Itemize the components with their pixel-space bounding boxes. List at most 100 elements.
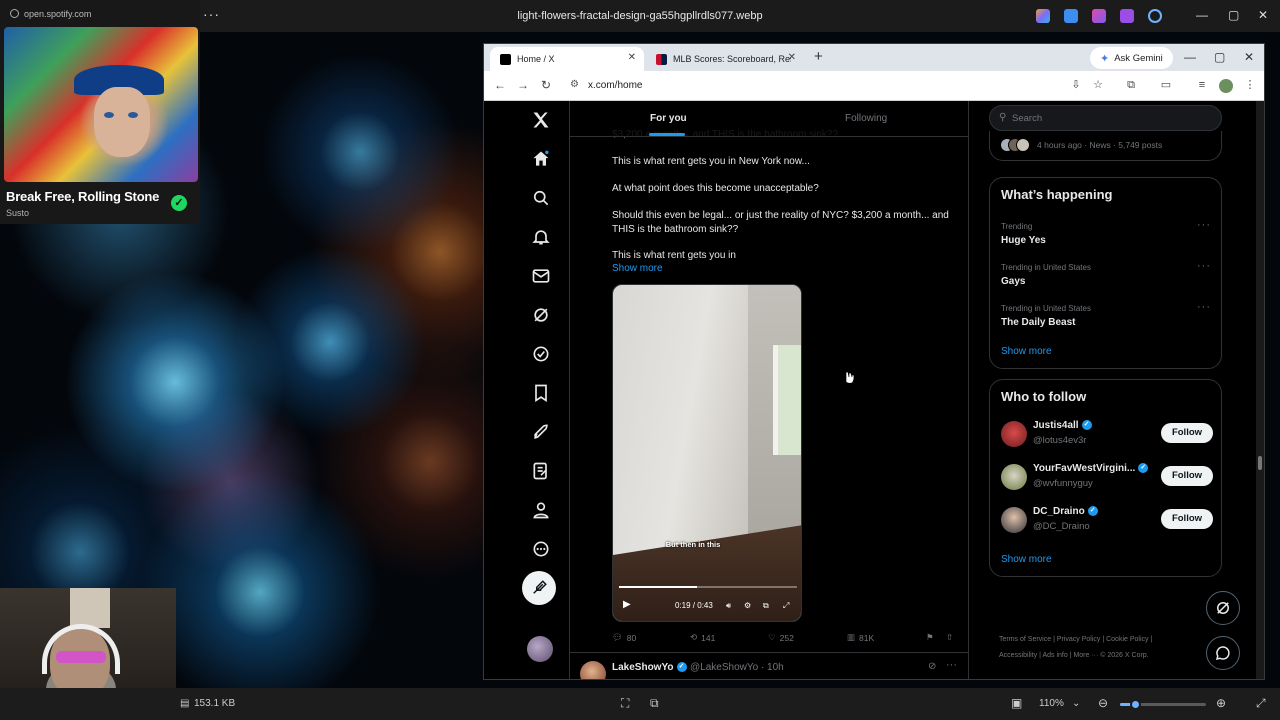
grok-icon[interactable]: ⊘	[928, 661, 936, 672]
search-input[interactable]: ⚲ Search	[989, 105, 1222, 131]
home-icon[interactable]	[529, 149, 553, 173]
split-view-icon[interactable]: ▭	[1160, 79, 1172, 91]
follow-suggestion[interactable]: YourFavWestVirgini... ✓ @wvfunnyguy Follo…	[1001, 460, 1213, 494]
minimize-icon[interactable]: —	[1184, 50, 1196, 64]
maximize-icon[interactable]: ▢	[1214, 50, 1225, 64]
bookmarks-icon[interactable]	[529, 383, 553, 407]
zoom-in-icon[interactable]: ⊕	[1216, 696, 1226, 710]
close-tab-icon[interactable]: ✕	[628, 52, 636, 63]
reply-button[interactable]: 💬︎ 80	[612, 632, 636, 643]
site-settings-icon[interactable]: ⚙	[570, 79, 579, 90]
bookmark-star-icon[interactable]: ☆	[1092, 79, 1104, 91]
settings-gear-icon[interactable]: ⚙	[744, 601, 751, 610]
close-icon[interactable]: ✕	[1258, 8, 1268, 22]
copilot-icon[interactable]	[1036, 9, 1050, 23]
picture-in-picture-icon[interactable]: ⧉	[763, 601, 769, 611]
follow-button[interactable]: Follow	[1161, 423, 1213, 443]
compose-post-button[interactable]	[522, 571, 556, 605]
expand-icon[interactable]: ⤢	[1256, 696, 1266, 711]
trend-more-icon[interactable]: ···	[1197, 301, 1211, 313]
profile-avatar[interactable]	[1219, 79, 1233, 93]
show-more-link[interactable]: Show more	[612, 263, 663, 274]
zoom-out-icon[interactable]: ⊖	[1098, 696, 1108, 710]
footer-line[interactable]: Accessibility | Ads info | More ··· © 20…	[999, 648, 1224, 664]
crop-icon[interactable]: ⛶	[621, 696, 629, 711]
trend-more-icon[interactable]: ···	[1197, 260, 1211, 272]
bookmark-icon[interactable]: ⚑	[926, 632, 934, 643]
views-button[interactable]: ▥ 81K	[847, 632, 874, 643]
install-app-icon[interactable]: ⇩	[1070, 79, 1082, 91]
track-title[interactable]: Break Free, Rolling Stone	[6, 189, 159, 204]
zoom-slider[interactable]	[1120, 699, 1206, 710]
scrollbar-thumb[interactable]	[1258, 456, 1262, 470]
next-post[interactable]: LakeShowYo ✓ @LakeShowYo · 10h ⊘ ···	[570, 652, 968, 679]
play-icon[interactable]: ▶	[623, 599, 631, 610]
artist-name[interactable]: Susto	[6, 208, 29, 218]
follow-button[interactable]: Follow	[1161, 466, 1213, 486]
designer-icon[interactable]	[1092, 9, 1106, 23]
show-more-link[interactable]: Show more	[1001, 346, 1052, 357]
close-tab-icon[interactable]: ✕	[788, 52, 796, 63]
cloud-off-icon[interactable]	[1148, 9, 1162, 23]
zoom-level[interactable]: 110%	[1039, 698, 1064, 709]
video-progress-bar[interactable]	[619, 586, 797, 588]
trend-item[interactable]: Trending in United States The Daily Beas…	[1001, 301, 1211, 340]
tab-following[interactable]: Following	[845, 113, 887, 124]
tab-mlb-scores[interactable]: MLB Scores: Scoreboard, Result ✕	[646, 47, 804, 71]
profile-icon[interactable]	[529, 500, 553, 524]
volume-icon[interactable]: 🔊︎	[726, 601, 731, 611]
verified-orgs-icon[interactable]	[529, 344, 553, 368]
fullscreen-icon[interactable]: ⤢	[783, 601, 789, 611]
trend-item[interactable]: Trending in United States Gays ···	[1001, 260, 1211, 299]
grok-float-button[interactable]	[1206, 591, 1240, 625]
back-arrow-icon[interactable]: ←	[494, 78, 506, 92]
close-icon[interactable]: ✕	[1244, 50, 1254, 64]
footer-line[interactable]: Terms of Service | Privacy Policy | Cook…	[999, 632, 1224, 648]
ask-gemini-button[interactable]: ✦ Ask Gemini	[1090, 47, 1173, 69]
news-trend-card[interactable]: 4 hours ago · News · 5,749 posts	[989, 131, 1222, 161]
tab-home-x[interactable]: Home / X ✕	[490, 47, 644, 71]
filmstrip-icon[interactable]: ⧉	[650, 696, 659, 711]
zoom-slider-thumb[interactable]	[1130, 699, 1142, 710]
premium-icon[interactable]	[529, 461, 553, 485]
follow-suggestion[interactable]: DC_Draino ✓ @DC_Draino Follow	[1001, 503, 1213, 537]
footer-links[interactable]: Terms of Service | Privacy Policy | Cook…	[999, 632, 1224, 664]
minimize-icon[interactable]: —	[1196, 8, 1208, 22]
jobs-rocket-icon[interactable]	[529, 422, 553, 446]
reload-icon[interactable]: ↻	[541, 78, 551, 92]
trend-more-icon[interactable]: ···	[1197, 219, 1211, 231]
follow-suggestion[interactable]: Justis4all ✓ @lotus4ev3r Follow	[1001, 417, 1213, 451]
notifications-bell-icon[interactable]	[529, 227, 553, 251]
avatar[interactable]	[580, 661, 606, 679]
grok-icon[interactable]	[529, 305, 553, 329]
page-scrollbar[interactable]	[1256, 101, 1264, 679]
spotify-miniplayer[interactable]: open.spotify.com Break Free, Rolling Sto…	[0, 0, 200, 224]
repost-button[interactable]: ⟲ 141	[690, 632, 715, 643]
avatar[interactable]	[1001, 464, 1027, 490]
more-options-icon[interactable]: ···	[203, 6, 220, 22]
video-player[interactable]: But then in this ▶ 0:19 / 0:43 🔊︎ ⚙ ⧉ ⤢	[612, 284, 802, 622]
post-more-icon[interactable]: ···	[946, 659, 957, 671]
avatar[interactable]	[1001, 507, 1027, 533]
like-button[interactable]: ♡ 252	[768, 632, 794, 643]
edit-icon[interactable]	[1064, 9, 1078, 23]
clipchamp-icon[interactable]	[1120, 9, 1134, 23]
avatar[interactable]	[1001, 421, 1027, 447]
messages-float-button[interactable]	[1206, 636, 1240, 670]
x-logo-icon[interactable]	[529, 110, 553, 134]
url-text[interactable]: x.com/home	[588, 80, 642, 91]
follow-button[interactable]: Follow	[1161, 509, 1213, 529]
chevron-down-icon[interactable]: ⌄	[1072, 698, 1080, 709]
account-name[interactable]: DC_Draino ✓	[1033, 506, 1098, 517]
tab-for-you[interactable]: For you	[650, 113, 687, 124]
maximize-icon[interactable]: ▢	[1228, 8, 1239, 22]
forward-arrow-icon[interactable]: →	[517, 78, 529, 92]
share-icon[interactable]: ⇧	[946, 632, 953, 643]
menu-dots-icon[interactable]: ⋮	[1244, 79, 1256, 91]
account-name[interactable]: Justis4all ✓	[1033, 420, 1092, 431]
saved-check-icon[interactable]: ✓	[171, 195, 187, 211]
author-name[interactable]: LakeShowYo ✓	[612, 662, 687, 673]
more-circle-icon[interactable]	[529, 539, 553, 563]
extensions-icon[interactable]: ⧉	[1125, 79, 1137, 91]
fit-screen-icon[interactable]: ▣	[1011, 696, 1022, 710]
